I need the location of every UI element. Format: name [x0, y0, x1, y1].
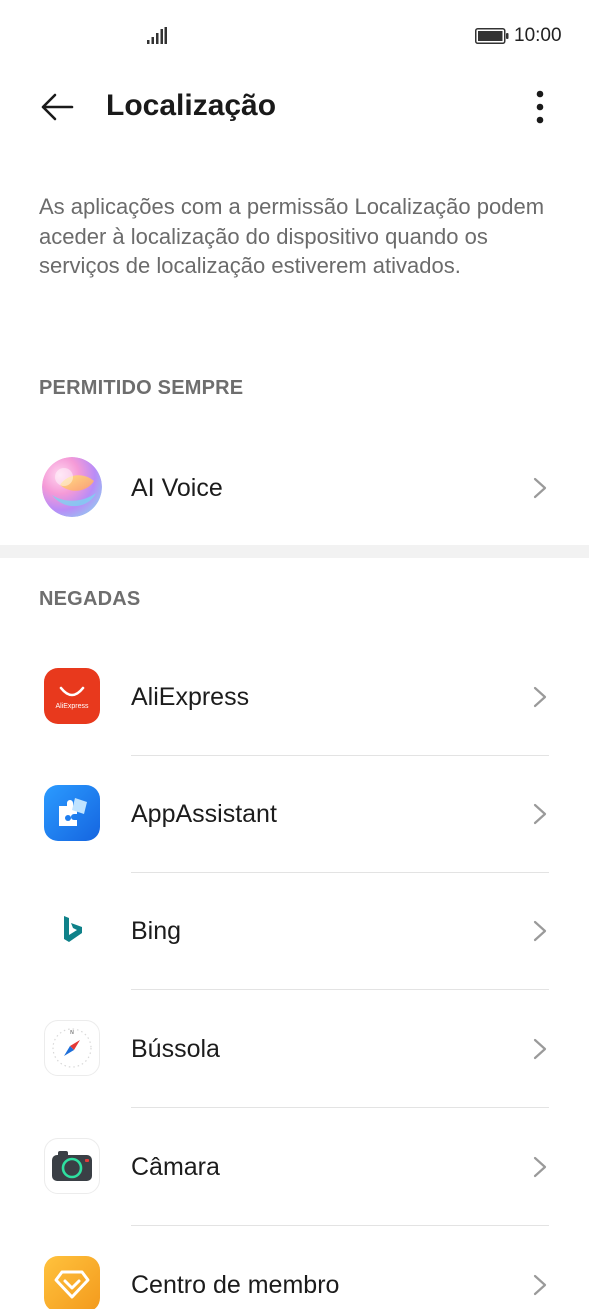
- svg-text:N: N: [70, 1030, 74, 1036]
- chevron-right-icon: [533, 477, 547, 499]
- ai-voice-icon: [42, 457, 102, 517]
- app-label: Bússola: [131, 1035, 220, 1063]
- section-header-allowed-always: PERMITIDO SEMPRE: [39, 377, 244, 399]
- app-label: AI Voice: [131, 474, 223, 502]
- app-label: Centro de membro: [131, 1271, 340, 1299]
- chevron-right-icon: [533, 920, 547, 942]
- app-label: AppAssistant: [131, 800, 277, 828]
- battery-full-icon: [475, 28, 509, 44]
- row-divider: [131, 1225, 549, 1226]
- more-vertical-icon: [536, 90, 544, 124]
- chevron-right-icon: [533, 686, 547, 708]
- list-item-bussola[interactable]: N Bússola: [0, 991, 589, 1108]
- back-button[interactable]: [36, 86, 78, 128]
- section-header-denied: NEGADAS: [39, 588, 141, 610]
- chevron-right-icon: [533, 1156, 547, 1178]
- bing-icon: [44, 902, 100, 958]
- permission-description: As aplicações com a permissão Localizaçã…: [39, 194, 545, 278]
- list-item-aliexpress[interactable]: AliExpress AliExpress: [0, 639, 589, 756]
- aliexpress-icon-text: AliExpress: [55, 703, 89, 710]
- chevron-right-icon: [533, 1038, 547, 1060]
- app-label: AliExpress: [131, 683, 250, 711]
- chevron-right-icon: [533, 1274, 547, 1296]
- status-bar: 10:00: [0, 0, 589, 72]
- screen: 10:00 Localização As aplicações com a pe…: [0, 0, 589, 1309]
- aliexpress-icon: AliExpress: [44, 668, 100, 724]
- arrow-back-icon: [41, 93, 74, 121]
- list-item-appassistant[interactable]: AppAssistant: [0, 756, 589, 873]
- row-divider: [131, 1107, 549, 1108]
- list-item-camara[interactable]: Câmara: [0, 1109, 589, 1226]
- more-options-button[interactable]: [522, 84, 558, 130]
- page-title: Localização: [106, 89, 277, 122]
- list-item-centro-de-membro[interactable]: Centro de membro: [0, 1227, 589, 1309]
- app-label: Bing: [131, 917, 182, 945]
- row-divider: [131, 989, 549, 990]
- app-label: Câmara: [131, 1153, 220, 1181]
- list-item-ai-voice[interactable]: AI Voice: [0, 430, 589, 547]
- app-bar: Localização: [0, 72, 589, 142]
- list-item-bing[interactable]: Bing: [0, 873, 589, 990]
- app-assistant-icon: [44, 785, 100, 841]
- compass-icon: N: [44, 1020, 100, 1076]
- signal-bars-icon: [147, 27, 167, 44]
- section-divider: [0, 545, 589, 558]
- camera-icon: [44, 1138, 100, 1194]
- chevron-right-icon: [533, 803, 547, 825]
- member-center-icon: [44, 1256, 100, 1309]
- status-time: 10:00: [514, 25, 562, 46]
